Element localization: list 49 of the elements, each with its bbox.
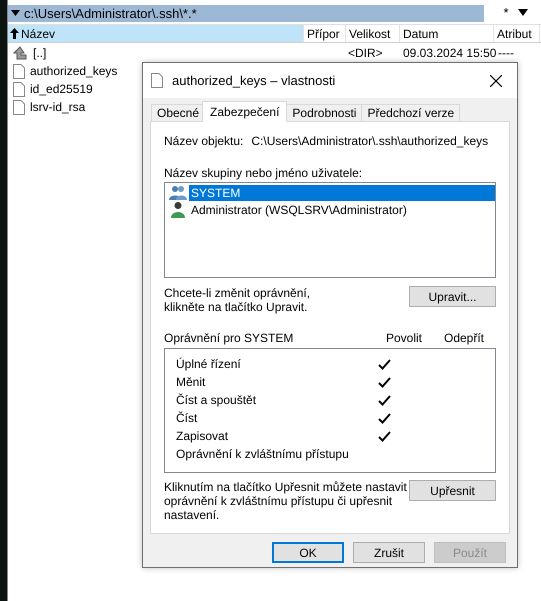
path-bar[interactable]: c:\Users\Administrator\.ssh\*.* <box>8 4 484 22</box>
dialog-title: authorized_keys – vlastnosti <box>172 73 336 88</box>
column-header[interactable]: Přípor <box>304 25 346 42</box>
permission-name: Zapisovat <box>176 429 228 443</box>
file-name[interactable]: id_ed25519 <box>30 82 93 96</box>
tab[interactable]: Předchozí verze <box>361 104 460 121</box>
up-folder-icon <box>13 46 28 60</box>
advanced-hint: Kliknutím na tlačítko Upřesnit můžete nastavit oprávnění k zvláštnímu přístupu či upřesnit nastavení. <box>164 480 407 522</box>
edit-button[interactable]: Upravit... <box>409 286 496 307</box>
permission-name: Úplné řízení <box>176 357 241 371</box>
principal-list[interactable]: SYSTEM Administrator (WSQLSRV\Administrator) <box>164 182 496 278</box>
caret-icon <box>11 10 20 16</box>
object-path: C:\Users\Administrator\.ssh\authorized_keys <box>251 134 488 148</box>
sort-arrow-icon <box>10 28 19 39</box>
file-date: 09.03.2024 15:50 <box>403 46 496 60</box>
column-header[interactable]: Datum <box>400 25 494 42</box>
file-name[interactable]: lsrv-id_rsa <box>30 100 86 114</box>
user-icon <box>171 201 185 218</box>
file-icon <box>13 100 25 114</box>
column-header: Odepřít <box>444 331 484 345</box>
change-hint: Chcete-li změnit oprávnění, klikněte na tlačítko Upravit. <box>164 286 310 314</box>
file-name[interactable]: authorized_keys <box>30 64 118 78</box>
dropdown-icon[interactable] <box>518 8 528 16</box>
file-icon <box>13 64 25 78</box>
tab[interactable]: Zabezpečení <box>202 101 288 122</box>
file-icon <box>151 73 163 88</box>
file-icon <box>13 82 25 96</box>
advanced-button[interactable]: Upřesnit <box>409 480 496 501</box>
dialog-button[interactable]: Zrušit <box>353 542 425 563</box>
permission-name: Měnit <box>176 375 206 389</box>
file-attributes: ---- <box>498 46 514 60</box>
close-icon[interactable] <box>490 74 502 86</box>
file-name[interactable]: [..] <box>33 46 46 60</box>
permission-name: Číst <box>176 411 198 425</box>
filter-button[interactable]: * <box>494 4 518 20</box>
principal-item[interactable]: Administrator (WSQLSRV\Administrator) <box>189 202 409 218</box>
dialog-button[interactable]: OK <box>272 542 344 563</box>
principal-item[interactable]: SYSTEM <box>189 184 495 200</box>
group-label: Název skupiny nebo jméno uživatele: <box>164 166 364 180</box>
permissions-title: Oprávnění pro SYSTEM <box>164 331 294 345</box>
users-icon <box>169 184 187 200</box>
column-header[interactable]: Název <box>8 25 304 42</box>
permission-name: Číst a spouštět <box>176 393 256 407</box>
object-label: Název objektu: <box>164 134 244 148</box>
file-size: <DIR> <box>348 46 383 60</box>
permission-name: Oprávnění k zvláštnímu přístupu <box>176 447 349 461</box>
column-header[interactable]: Velikost <box>346 25 400 42</box>
column-header[interactable]: Atribut <box>494 25 540 42</box>
column-header: Povolit <box>386 331 422 345</box>
